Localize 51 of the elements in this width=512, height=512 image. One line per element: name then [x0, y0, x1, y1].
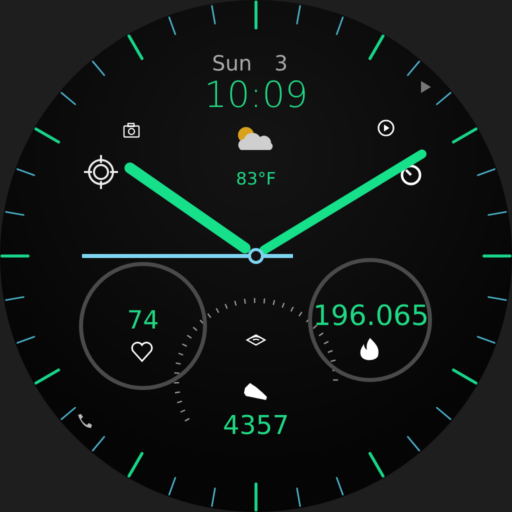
hour-marker [452, 128, 478, 144]
digital-time: 10:09 [204, 78, 308, 114]
minute-marker [211, 488, 216, 507]
minute-marker [5, 211, 24, 216]
crosshair-icon[interactable] [84, 155, 118, 189]
phone-icon[interactable] [78, 414, 92, 428]
weekday-label: Sun [212, 54, 252, 74]
minute-marker [92, 60, 106, 76]
triangle-icon [421, 81, 431, 93]
heart-rate-value: 74 [127, 308, 159, 332]
temperature-label: 83°F [236, 172, 276, 188]
hour-marker [452, 368, 478, 384]
hour-marker [482, 254, 512, 258]
calories-value: 196.065 [313, 302, 429, 330]
heart-icon [131, 342, 153, 362]
minute-marker [168, 476, 176, 496]
minute-marker [476, 168, 496, 176]
minute-marker [336, 16, 344, 36]
hour-marker [34, 128, 60, 144]
flame-icon [360, 338, 379, 360]
minute-marker [336, 476, 344, 496]
hour-marker [368, 452, 384, 478]
play-icon[interactable] [378, 120, 394, 136]
hour-marker [254, 482, 258, 512]
minute-marker [436, 92, 452, 106]
minute-marker [476, 336, 496, 344]
minute-marker [296, 5, 301, 24]
hour-marker [368, 34, 384, 60]
minute-marker [211, 5, 216, 24]
minute-marker [60, 406, 76, 420]
minute-marker [488, 296, 507, 301]
minute-marker [296, 488, 301, 507]
camera-icon[interactable] [123, 122, 140, 138]
minute-marker [92, 436, 106, 452]
weather-icon [238, 127, 273, 150]
hour-marker [0, 254, 30, 258]
hour-marker [128, 452, 144, 478]
minute-marker [16, 168, 36, 176]
hour-marker [34, 368, 60, 384]
minute-marker [436, 406, 452, 420]
minute-marker [60, 92, 76, 106]
day-number: 3 [274, 54, 288, 74]
minute-marker [168, 16, 176, 36]
minute-marker [5, 296, 24, 301]
minute-marker [406, 436, 420, 452]
steps-value: 4357 [222, 413, 290, 439]
minute-marker [16, 336, 36, 344]
hour-marker [254, 0, 258, 30]
minute-marker [488, 211, 507, 216]
hour-marker [128, 34, 144, 60]
minute-marker [406, 60, 420, 76]
